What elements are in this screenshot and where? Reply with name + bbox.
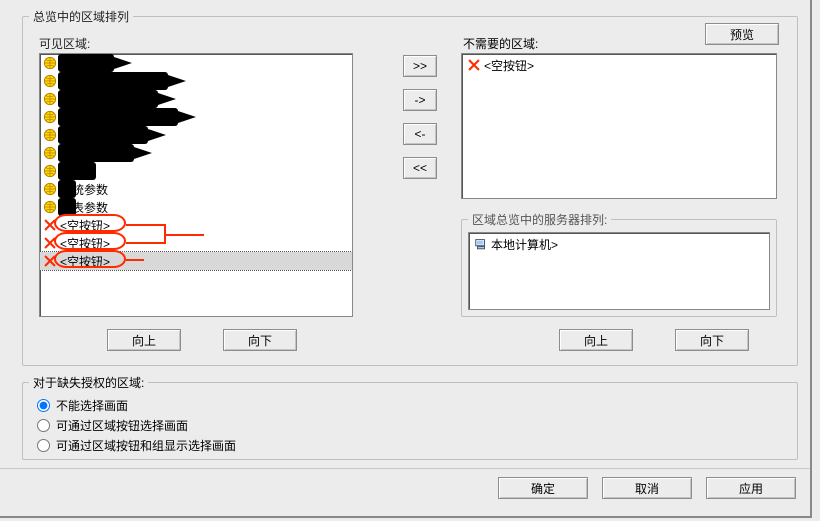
globe-icon bbox=[43, 200, 57, 214]
auth-option-3-label: 可通过区域按钮和组显示选择画面 bbox=[56, 437, 236, 454]
globe-icon-slot bbox=[42, 181, 58, 197]
move-left-button[interactable]: <- bbox=[403, 123, 437, 145]
globe-icon-slot bbox=[42, 109, 58, 125]
visible-item[interactable]: 仪表参数 bbox=[40, 198, 352, 216]
x-icon-slot bbox=[42, 235, 58, 251]
visible-item[interactable]: <空按钮> bbox=[40, 216, 352, 234]
area-order-title: 总览中的区域排列 bbox=[29, 8, 133, 25]
visible-item[interactable]: <空按钮> bbox=[40, 234, 352, 252]
globe-icon bbox=[43, 74, 57, 88]
globe-icon-slot bbox=[42, 163, 58, 179]
visible-item-label: <空按钮> bbox=[60, 235, 110, 252]
auth-option-3[interactable]: 可通过区域按钮和组显示选择画面 bbox=[37, 435, 797, 455]
dialog-button-bar: 确定 取消 应用 bbox=[0, 468, 810, 516]
ok-button[interactable]: 确定 bbox=[498, 477, 588, 499]
move-all-left-button[interactable]: << bbox=[403, 157, 437, 179]
visible-down-button[interactable]: 向下 bbox=[223, 329, 297, 351]
server-list[interactable]: 本地计算机> bbox=[468, 232, 770, 310]
globe-icon bbox=[43, 146, 57, 160]
globe-icon bbox=[43, 182, 57, 196]
unneeded-item-label: <空按钮> bbox=[484, 57, 534, 74]
auth-option-2-label: 可通过区域按钮选择画面 bbox=[56, 417, 188, 434]
preview-button[interactable]: 预览 bbox=[705, 23, 779, 45]
unneeded-areas-label: 不需要的区域: bbox=[463, 35, 538, 52]
auth-radio-1[interactable] bbox=[37, 399, 50, 412]
x-icon bbox=[43, 254, 57, 268]
pc-icon bbox=[474, 237, 488, 251]
auth-option-2[interactable]: 可通过区域按钮选择画面 bbox=[37, 415, 797, 435]
globe-icon-slot bbox=[42, 127, 58, 143]
server-order-title: 区域总览中的服务器排列: bbox=[468, 211, 611, 228]
pc-icon-slot bbox=[473, 236, 489, 252]
visible-item[interactable]: 系统参数 bbox=[40, 180, 352, 198]
x-icon bbox=[467, 58, 481, 72]
globe-icon-slot bbox=[42, 199, 58, 215]
x-icon bbox=[43, 218, 57, 232]
cancel-button[interactable]: 取消 bbox=[602, 477, 692, 499]
x-icon-slot bbox=[466, 57, 482, 73]
globe-icon bbox=[43, 56, 57, 70]
auth-option-1[interactable]: 不能选择画面 bbox=[37, 395, 797, 415]
unneeded-areas-list[interactable]: <空按钮> bbox=[461, 53, 777, 199]
move-all-right-button[interactable]: >> bbox=[403, 55, 437, 77]
visible-areas-list[interactable]: 系统参数仪表参数<空按钮><空按钮><空按钮> bbox=[39, 53, 353, 317]
globe-icon-slot bbox=[42, 145, 58, 161]
globe-icon bbox=[43, 92, 57, 106]
missing-auth-title: 对于缺失授权的区域: bbox=[29, 374, 148, 391]
visible-item-label: <空按钮> bbox=[60, 253, 110, 270]
unneeded-item[interactable]: <空按钮> bbox=[462, 56, 776, 74]
globe-icon-slot bbox=[42, 55, 58, 71]
area-order-group: 总览中的区域排列 可见区域: 系统参数仪表参数<空按钮><空按钮><空按钮> bbox=[22, 8, 798, 366]
globe-icon bbox=[43, 110, 57, 124]
x-icon bbox=[43, 236, 57, 250]
auth-radio-3[interactable] bbox=[37, 439, 50, 452]
missing-auth-group: 对于缺失授权的区域: 不能选择画面 可通过区域按钮选择画面 可通过区域按钮和组显… bbox=[22, 374, 798, 460]
server-up-button[interactable]: 向上 bbox=[559, 329, 633, 351]
globe-icon bbox=[43, 128, 57, 142]
move-right-button[interactable]: -> bbox=[403, 89, 437, 111]
auth-option-1-label: 不能选择画面 bbox=[56, 397, 128, 414]
globe-icon-slot bbox=[42, 91, 58, 107]
server-item[interactable]: 本地计算机> bbox=[473, 235, 765, 253]
globe-icon-slot bbox=[42, 73, 58, 89]
visible-up-button[interactable]: 向上 bbox=[107, 329, 181, 351]
server-down-button[interactable]: 向下 bbox=[675, 329, 749, 351]
visible-areas-label: 可见区域: bbox=[39, 35, 90, 52]
visible-item[interactable]: <空按钮> bbox=[40, 252, 352, 270]
visible-item-label: <空按钮> bbox=[60, 217, 110, 234]
x-icon-slot bbox=[42, 217, 58, 233]
x-icon-slot bbox=[42, 253, 58, 269]
apply-button[interactable]: 应用 bbox=[706, 477, 796, 499]
globe-icon bbox=[43, 164, 57, 178]
server-order-group: 区域总览中的服务器排列: 本地计算机> bbox=[461, 211, 777, 317]
server-item-label: 本地计算机> bbox=[491, 236, 558, 253]
auth-radio-2[interactable] bbox=[37, 419, 50, 432]
